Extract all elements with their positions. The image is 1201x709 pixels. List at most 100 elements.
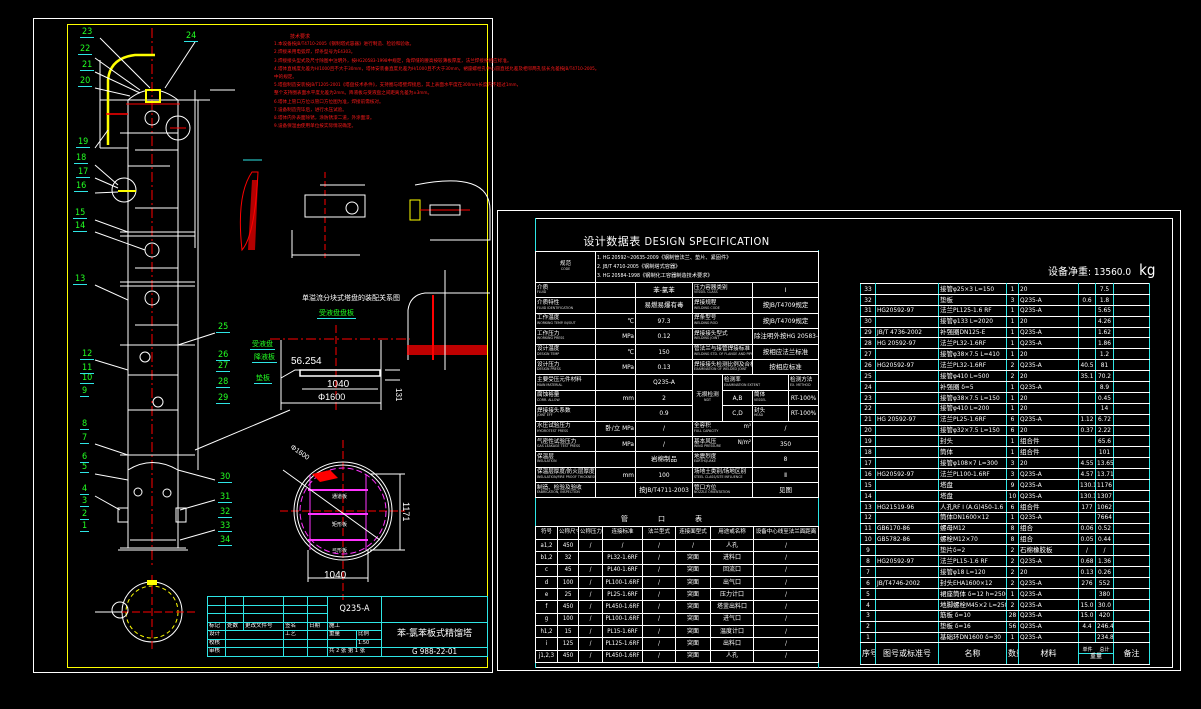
spec-right-label-en: VESSEL CLASS [694,290,718,295]
part-no: 23 [860,391,876,404]
part-material: Q235-A [1018,337,1079,350]
parts-row: 1 基础环DN1600 δ=30 1 Q235-A 234.8 [860,631,1150,644]
part-no: 3 [860,609,876,622]
part-name: 接管φ18 L=120 [938,566,1007,579]
part-name: 筒体 [938,446,1007,459]
part-name: 接管φ410 L=200 [938,402,1007,415]
nozzle-cell: / [753,637,819,651]
part-name: 垫片δ=2 [938,544,1007,557]
part-name: 塔盘 [938,479,1007,491]
part-total-weight: 14 [1095,402,1114,415]
nozzle-cell: h1,2 [535,625,558,639]
part-material: Q235-A [1018,598,1079,611]
parts-row: 13 HG21519-96 人孔RF I (A.G)450-1.6 6 组合件 177 10… [860,500,1150,513]
part-total-weight: 1.8 [1095,293,1114,306]
part-qty: 2 [1006,370,1019,383]
spec-right-value: 按相应法兰标准 [751,343,820,360]
spec-label-en: MAIN MATERIAL [537,382,563,387]
nozzle-row: f 450/PL450-1.6RF / 突面 塔釜出料口 / [535,600,819,614]
nozzle-cell: PL450-1.6RF [602,649,643,663]
part-no: 2 [860,620,876,633]
nozzle-cell: / [753,538,819,553]
part-total-weight: 1307 [1095,489,1114,502]
part-name: 地脚螺栓M45×2 L=250 [938,598,1007,611]
parts-row: 10 GB5782-86 螺栓M12×70 8 组合 0.05 0.44 [860,533,1150,546]
part-remark [1113,522,1150,535]
part-std: JB/T 4736-2002 [875,326,939,339]
label-count: 处数 [225,621,244,631]
parts-row: 8 HG20592-97 法兰PL15-1.6 RF 2 Q235-A 0.68 1.36 [860,555,1150,568]
part-std [875,566,939,579]
part-remark [1113,326,1150,339]
part-remark [1113,598,1150,611]
part-remark [1113,391,1150,404]
nozzle-row: h1,2 15/PL15-1.6RF / 突面 温度计口 / [535,625,819,639]
part-material: 20 [1018,370,1079,383]
ndt-col-en: EX. METHOD [790,382,811,387]
nozzle-cell: / [578,625,603,639]
part-unit-weight [1078,435,1096,448]
note-line: 7.设备制造完毕后，进行水压试验。 [274,107,347,113]
part-name: 接管φ32×7.5 L=150 [938,424,1007,437]
ndt-col-en: EXAMINATION EXTENT [724,382,761,387]
label-mark: 标记 [207,621,226,631]
spec-value: 苯-氯苯 [635,281,693,299]
nozzle-table-title: 管口表 [621,515,732,523]
parts-row: 16 HG20592-97 法兰PL100-1.6RF 3 Q235-A 4.57 13.7… [860,468,1150,481]
nozzle-cell: / [753,551,819,565]
spec-right-value: 按JB/T4709规定 [751,312,820,330]
nozzle-row: b1,2 32 PL32-1.6RF / 突面 进料口 / [535,551,819,565]
part-std [875,511,939,524]
nozzle-cell: e [535,588,558,602]
nozzle-cell: 人孔 [710,649,754,663]
parts-row: 2 垫板 δ=16 56 Q235-A 4.4 246.4 [860,620,1150,633]
part-no: 29 [860,326,876,339]
nozzle-cell: / [578,649,603,663]
nozzle-cell: / [642,637,676,651]
sheet-count: 共 2 张 第 1 张 [327,647,382,657]
part-remark [1113,631,1150,644]
part-qty: 2 [1006,359,1019,372]
label-date: 日期 [307,621,328,631]
part-name: 法兰PL25-1.6RF [938,413,1007,426]
part-remark [1113,489,1150,502]
part-balloon-31: 31 [218,492,233,503]
nozzle-cell: g [535,612,558,627]
part-qty: 1 [1006,402,1019,415]
part-unit-weight: 0.13 [1078,566,1096,579]
part-total-weight: 70.2 [1095,370,1114,383]
drawing-number: G 988-22-01 [381,647,488,657]
nozzle-cell: / [753,649,819,663]
spec-value: 易燃易爆有毒 [635,297,693,314]
part-unit-weight [1078,381,1096,393]
spec-row: 焊接接头系数JOINT EFF0.9C,D封头HEADRT-100%JB4730… [535,405,820,422]
nozzle-header-cell: 法兰型式 [642,526,676,540]
parts-header-row: 序号图号或标准号名称数量材料单件总计重量备注 [860,642,1150,666]
part-unit-weight [1078,348,1096,361]
ndt-kind-en: HEAD [754,413,764,418]
part-name: 裙座筒体 δ=12 h=2500 [938,587,1007,600]
part-unit-weight: 0.06 [1078,522,1096,535]
code-item: 3. HG 20584-1998《钢制化工容器制造技术要求》 [597,272,713,279]
part-total-weight: 552 [1095,577,1114,589]
nozzle-cell: / [578,600,603,614]
part-balloon-29: 29 [216,393,231,404]
code-item: 1. HG 20592~20635-2009《钢制管法兰、垫片、紧固件》 [597,254,732,261]
spec-row: 介质 FLUID 苯-氯苯 压力容器类别 VESSEL CLASS Ⅰ [535,281,820,299]
nozzle-cell: 进料口 [710,551,754,565]
parts-row: 33 接管φ25×3 L=150 1 20 7.5 [860,283,1150,295]
part-total-weight: 246.4 [1095,620,1114,633]
part-unit-weight: 15.0 [1078,598,1096,611]
parts-row: 23 接管φ38×7.5 L=150 1 20 0.45 [860,391,1150,404]
spec-unit: MPa [595,328,636,345]
part-qty: 1 [1006,631,1019,644]
column-elevation [99,28,291,565]
note-line: 3.焊接接头型式及尺寸除图中注明外，按HG20583-1998中规定，角焊缝的腰… [274,58,512,64]
part-unit-weight [1078,446,1096,459]
part-balloon-21: 21 [80,60,95,71]
part-material: Q235-A [1018,359,1079,372]
part-std [875,479,939,491]
part-name: 法兰PL100-1.6RF [938,468,1007,481]
plan-view-bottom [95,575,195,650]
part-name: 接管φ38×7.5 L=150 [938,391,1007,404]
